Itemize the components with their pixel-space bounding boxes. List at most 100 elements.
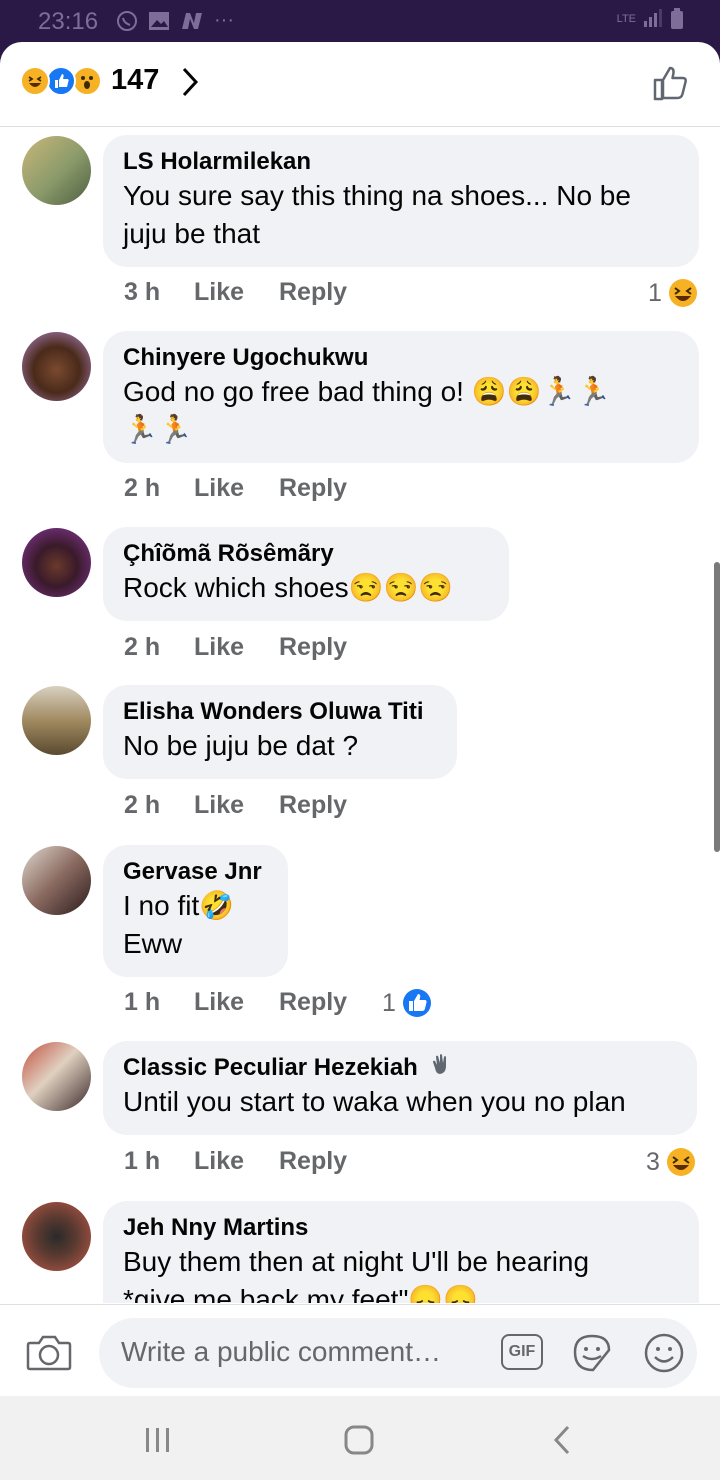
comment-text-line: juju be that <box>123 218 260 249</box>
comment-actions: 2 h Like Reply <box>124 791 347 820</box>
wow-icon <box>72 66 102 96</box>
comment-text-line: Buy them then at night U'll be hearing <box>123 1246 590 1277</box>
comment-text-line: *give me back my feet"😞😞 <box>123 1284 479 1303</box>
signal-icon <box>644 9 662 27</box>
commenter-name[interactable]: LS Holarmilekan <box>123 147 679 177</box>
reaction-count[interactable]: 147 <box>111 64 159 97</box>
scrollbar[interactable] <box>714 562 720 852</box>
comment-actions: 3 h Like Reply <box>124 278 347 307</box>
comment-text-line: 🏃🏃 <box>123 414 193 445</box>
comment-actions: 1 h Like Reply <box>124 1147 347 1176</box>
like-link[interactable]: Like <box>194 791 279 820</box>
wave-icon <box>432 1054 446 1074</box>
like-link[interactable]: Like <box>194 474 279 503</box>
comment-text-line: I no fit🤣 <box>123 890 235 921</box>
back-icon[interactable] <box>551 1424 573 1456</box>
like-link[interactable]: Like <box>194 1147 279 1176</box>
reactions-header: 147 <box>0 42 720 127</box>
comment-bubble[interactable]: Chinyere Ugochukwu God no go free bad th… <box>103 331 699 463</box>
recent-apps-icon[interactable] <box>143 1426 173 1454</box>
comments-sheet: 147 LS Holarmilekan You sure say this th… <box>0 42 720 1396</box>
status-bar: 23:16 ··· LTE <box>0 0 720 42</box>
comment-time: 1 h <box>124 988 161 1016</box>
like-link[interactable]: Like <box>194 633 279 662</box>
comment-bubble[interactable]: Elisha Wonders Oluwa Titi No be juju be … <box>103 685 457 779</box>
whatsapp-icon <box>117 10 137 31</box>
comment-time: 2 h <box>124 633 161 661</box>
comment-text-line: Rock which shoes😒😒😒 <box>123 572 454 603</box>
reply-link[interactable]: Reply <box>279 474 347 503</box>
reply-link[interactable]: Reply <box>279 988 347 1017</box>
comment-bubble[interactable]: Jeh Nny Martins Buy them then at night U… <box>103 1201 699 1303</box>
more-notifications-icon: ··· <box>214 9 234 31</box>
network-type: LTE <box>616 12 636 25</box>
haha-icon <box>20 66 50 96</box>
like-reaction-icon <box>46 66 76 96</box>
comment-text-line: Until you start to waka when you no plan <box>123 1086 626 1117</box>
status-right: LTE <box>617 8 684 30</box>
comment-text-line: No be juju be dat ? <box>123 730 359 761</box>
avatar[interactable] <box>22 528 91 597</box>
comment-reactions[interactable]: 3 <box>646 1147 696 1177</box>
reaction-number: 1 <box>648 278 662 307</box>
comment-bubble[interactable]: LS Holarmilekan You sure say this thing … <box>103 135 699 267</box>
comment-time: 1 h <box>124 1147 161 1175</box>
chevron-right-icon[interactable] <box>180 66 200 98</box>
comment-list[interactable]: LS Holarmilekan You sure say this thing … <box>0 126 720 1303</box>
reply-link[interactable]: Reply <box>279 278 347 307</box>
comment-actions: 2 h Like Reply <box>124 474 347 503</box>
comment-composer: Write a public comment… GIF <box>0 1304 720 1396</box>
battery-icon <box>671 8 683 29</box>
comment-reactions[interactable]: 1 <box>382 988 432 1018</box>
reply-link[interactable]: Reply <box>279 633 347 662</box>
commenter-name[interactable]: Jeh Nny Martins <box>123 1213 679 1243</box>
commenter-name[interactable]: Chinyere Ugochukwu <box>123 343 679 373</box>
haha-icon <box>668 279 697 307</box>
reaction-number: 3 <box>646 1147 660 1176</box>
emoji-icon[interactable] <box>643 1332 685 1374</box>
avatar[interactable] <box>22 686 91 755</box>
home-icon[interactable] <box>343 1424 375 1456</box>
like-link[interactable]: Like <box>194 278 279 307</box>
system-navigation-bar <box>0 1396 720 1480</box>
gif-button[interactable]: GIF <box>501 1334 543 1370</box>
reaction-icons[interactable] <box>20 66 102 96</box>
comment-text-line: You sure say this thing na shoes... No b… <box>123 180 631 211</box>
comment-actions: 1 h Like Reply <box>124 988 347 1017</box>
comment-input-placeholder: Write a public comment… <box>121 1336 442 1367</box>
comment-text-line: Eww <box>123 928 183 959</box>
commenter-name[interactable]: Classic Peculiar Hezekiah <box>123 1053 677 1083</box>
comment-text-line: God no go free bad thing o! 😩😩🏃🏃 <box>123 376 612 407</box>
comment-time: 2 h <box>124 474 161 502</box>
comment-actions: 2 h Like Reply <box>124 633 347 662</box>
comment-input[interactable]: Write a public comment… GIF <box>99 1318 697 1388</box>
like-button-icon[interactable] <box>652 64 690 102</box>
like-link[interactable]: Like <box>194 988 279 1017</box>
comment-reactions[interactable]: 1 <box>648 278 698 308</box>
avatar[interactable] <box>22 1042 91 1111</box>
comment-bubble[interactable]: Classic Peculiar Hezekiah Until you star… <box>103 1041 697 1135</box>
comment-bubble[interactable]: Gervase Jnr I no fit🤣 Eww <box>103 845 288 977</box>
comment-bubble[interactable]: Çhîõmã Rõsêmãry Rock which shoes😒😒😒 <box>103 527 509 621</box>
commenter-name-text: Classic Peculiar Hezekiah <box>123 1054 418 1081</box>
commenter-name[interactable]: Elisha Wonders Oluwa Titi <box>123 697 437 727</box>
avatar[interactable] <box>22 1202 91 1271</box>
avatar[interactable] <box>22 846 91 915</box>
status-time: 23:16 <box>38 8 99 35</box>
gallery-icon <box>149 11 169 30</box>
reply-link[interactable]: Reply <box>279 791 347 820</box>
commenter-name[interactable]: Çhîõmã Rõsêmãry <box>123 539 489 569</box>
camera-icon[interactable] <box>26 1333 72 1373</box>
reply-link[interactable]: Reply <box>279 1147 347 1176</box>
sticker-icon[interactable] <box>571 1332 613 1374</box>
comment-time: 3 h <box>124 278 161 306</box>
avatar[interactable] <box>22 136 91 205</box>
reaction-number: 1 <box>382 988 396 1017</box>
avatar[interactable] <box>22 332 91 401</box>
app-n-icon <box>182 12 202 29</box>
comment-time: 2 h <box>124 791 161 819</box>
haha-icon <box>666 1148 695 1176</box>
like-reaction-icon <box>402 989 431 1017</box>
status-notification-icons: ··· <box>116 9 234 32</box>
commenter-name[interactable]: Gervase Jnr <box>123 857 268 887</box>
